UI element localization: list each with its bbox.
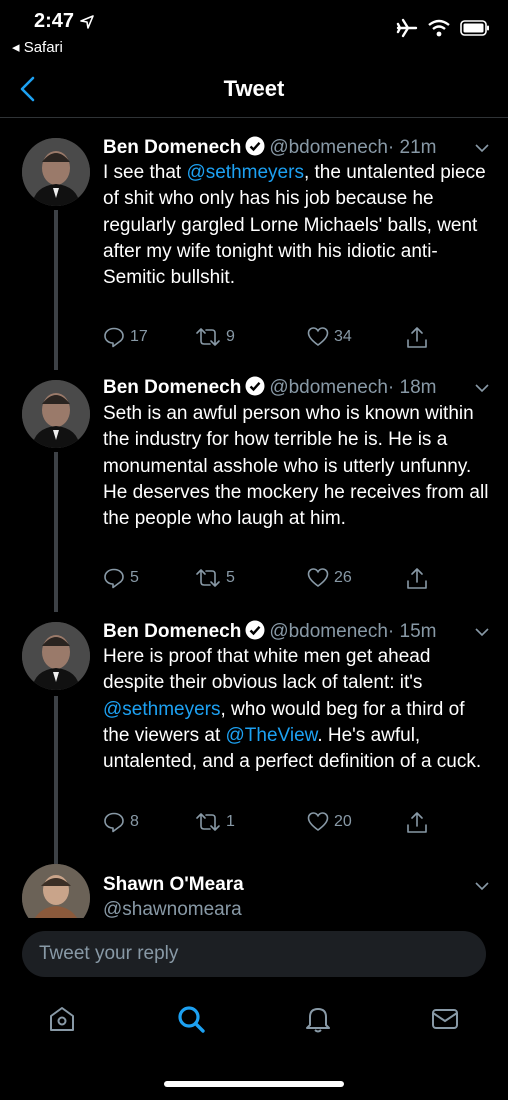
home-icon[interactable] (47, 1004, 77, 1034)
avatar-image (22, 864, 90, 918)
chevron-down-icon[interactable] (474, 878, 490, 894)
tab-bar (0, 998, 508, 1048)
notifications-icon[interactable] (303, 1004, 333, 1034)
avatar[interactable] (22, 864, 90, 918)
author-handle[interactable]: @shawnomeara (103, 899, 490, 918)
tweet-header: Shawn O'Meara (103, 874, 490, 896)
messages-icon[interactable] (430, 1004, 460, 1034)
author-name[interactable]: Shawn O'Meara (103, 874, 244, 895)
reply-input[interactable]: Tweet your reply (22, 931, 486, 977)
tweet-4[interactable]: Shawn O'Meara @shawnomeara (0, 0, 508, 918)
search-icon[interactable] (176, 1004, 206, 1034)
home-indicator[interactable] (164, 1081, 344, 1087)
reply-placeholder: Tweet your reply (39, 943, 179, 964)
